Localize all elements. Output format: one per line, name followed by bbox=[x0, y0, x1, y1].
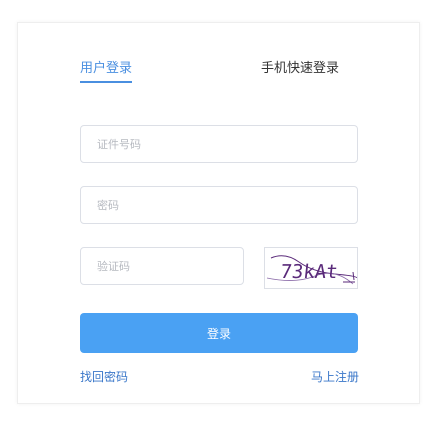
register-link[interactable]: 马上注册 bbox=[311, 369, 359, 385]
tab-user-login[interactable]: 用户登录 bbox=[80, 60, 133, 83]
captcha-graphic: 73kAt bbox=[266, 255, 357, 285]
login-button[interactable]: 登录 bbox=[80, 313, 358, 353]
id-number-field-wrapper bbox=[80, 125, 358, 163]
login-card: 用户登录 手机快速登录 73kAt 登录 找回密码 马上注册 bbox=[17, 22, 420, 404]
tab-phone-login[interactable]: 手机快速登录 bbox=[261, 60, 339, 78]
captcha-text: 73kAt bbox=[279, 261, 338, 283]
password-input[interactable] bbox=[81, 187, 357, 223]
captcha-input[interactable] bbox=[81, 248, 243, 284]
login-tabs: 用户登录 手机快速登录 bbox=[18, 23, 419, 93]
login-page: 用户登录 手机快速登录 73kAt 登录 找回密码 马上注册 bbox=[0, 0, 439, 422]
password-field-wrapper bbox=[80, 186, 358, 224]
forgot-password-link[interactable]: 找回密码 bbox=[80, 369, 128, 385]
captcha-field-wrapper bbox=[80, 247, 244, 285]
id-number-input[interactable] bbox=[81, 126, 357, 162]
captcha-image[interactable]: 73kAt bbox=[264, 247, 358, 289]
